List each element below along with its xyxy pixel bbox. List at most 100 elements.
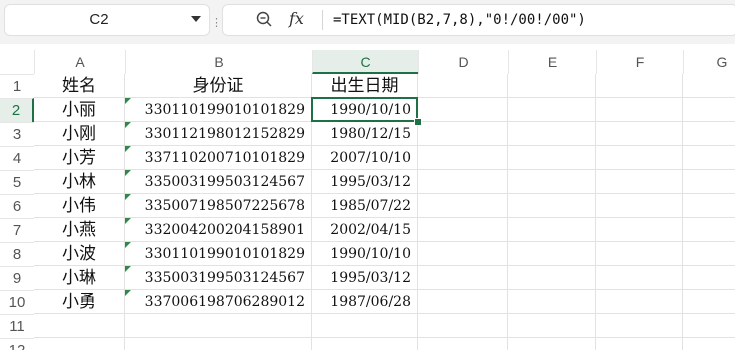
cell-f11[interactable] <box>596 314 683 338</box>
column-header-a[interactable]: A <box>34 50 125 74</box>
cell-g3[interactable] <box>683 122 735 146</box>
row-header-8[interactable]: 8 <box>0 242 34 266</box>
cell-c10[interactable]: 1987/06/28 <box>312 290 418 314</box>
cell-e9[interactable] <box>508 266 596 290</box>
cell-f8[interactable] <box>596 242 683 266</box>
cell-d7[interactable] <box>418 218 508 242</box>
cell-b11[interactable] <box>125 314 312 338</box>
zoom-icon[interactable] <box>256 11 272 27</box>
formula-text[interactable]: =TEXT(MID(B2,7,8),"0!/00!/00") <box>333 0 586 40</box>
cell-e7[interactable] <box>508 218 596 242</box>
row-header-10[interactable]: 10 <box>0 290 34 314</box>
column-header-b[interactable]: B <box>125 50 312 74</box>
cell-b4[interactable]: 337110200710101829 <box>125 146 312 170</box>
row-header-11[interactable]: 11 <box>0 314 34 338</box>
fill-handle[interactable] <box>414 118 422 126</box>
cell-d10[interactable] <box>418 290 508 314</box>
cell-c3[interactable]: 1980/12/15 <box>312 122 418 146</box>
cell-e12[interactable] <box>508 338 596 350</box>
cell-d3[interactable] <box>418 122 508 146</box>
fx-icon[interactable]: fx <box>289 9 304 28</box>
cell-e2[interactable] <box>508 98 596 122</box>
row-header-5[interactable]: 5 <box>0 170 34 194</box>
cell-c6[interactable]: 1985/07/22 <box>312 194 418 218</box>
cell-f2[interactable] <box>596 98 683 122</box>
cell-f3[interactable] <box>596 122 683 146</box>
cell-g6[interactable] <box>683 194 735 218</box>
cell-c1[interactable]: 出生日期 <box>312 74 418 98</box>
row-header-6[interactable]: 6 <box>0 194 34 218</box>
spreadsheet-grid[interactable]: ABCDEFG123456789101112姓名身份证出生日期小丽3301101… <box>0 44 735 350</box>
cell-g8[interactable] <box>683 242 735 266</box>
cell-b8[interactable]: 330110199010101829 <box>125 242 312 266</box>
cell-f10[interactable] <box>596 290 683 314</box>
cell-f9[interactable] <box>596 266 683 290</box>
cell-f4[interactable] <box>596 146 683 170</box>
select-all-corner[interactable] <box>0 44 34 74</box>
cell-e8[interactable] <box>508 242 596 266</box>
chevron-down-icon[interactable] <box>191 16 201 22</box>
cell-d6[interactable] <box>418 194 508 218</box>
cell-g2[interactable] <box>683 98 735 122</box>
cell-a6[interactable]: 小伟 <box>34 194 125 218</box>
cell-d5[interactable] <box>418 170 508 194</box>
name-box-value[interactable]: C2 <box>5 5 193 35</box>
cell-g5[interactable] <box>683 170 735 194</box>
cell-b5[interactable]: 335003199503124567 <box>125 170 312 194</box>
cell-e6[interactable] <box>508 194 596 218</box>
cell-c8[interactable]: 1990/10/10 <box>312 242 418 266</box>
name-box[interactable]: C2 <box>4 4 210 36</box>
cell-a2[interactable]: 小丽 <box>34 98 125 122</box>
cell-b1[interactable]: 身份证 <box>125 74 312 98</box>
cell-a1[interactable]: 姓名 <box>34 74 125 98</box>
column-header-d[interactable]: D <box>418 50 508 74</box>
cell-a10[interactable]: 小勇 <box>34 290 125 314</box>
cell-e10[interactable] <box>508 290 596 314</box>
column-header-c[interactable]: C <box>312 50 418 74</box>
cell-b6[interactable]: 335007198507225678 <box>125 194 312 218</box>
row-header-2[interactable]: 2 <box>0 98 34 122</box>
cell-g9[interactable] <box>683 266 735 290</box>
cell-d4[interactable] <box>418 146 508 170</box>
cell-f1[interactable] <box>596 74 683 98</box>
cell-a4[interactable]: 小芳 <box>34 146 125 170</box>
cell-d2[interactable] <box>418 98 508 122</box>
cell-a7[interactable]: 小燕 <box>34 218 125 242</box>
row-header-9[interactable]: 9 <box>0 266 34 290</box>
cell-f12[interactable] <box>596 338 683 350</box>
row-header-7[interactable]: 7 <box>0 218 34 242</box>
column-header-g[interactable]: G <box>683 50 735 74</box>
row-header-4[interactable]: 4 <box>0 146 34 170</box>
cell-c4[interactable]: 2007/10/10 <box>312 146 418 170</box>
cell-b9[interactable]: 335003199503124567 <box>125 266 312 290</box>
cell-e4[interactable] <box>508 146 596 170</box>
cell-a11[interactable] <box>34 314 125 338</box>
cell-a9[interactable]: 小琳 <box>34 266 125 290</box>
cell-e5[interactable] <box>508 170 596 194</box>
cell-e11[interactable] <box>508 314 596 338</box>
cell-c9[interactable]: 1995/03/12 <box>312 266 418 290</box>
cell-f6[interactable] <box>596 194 683 218</box>
cell-g1[interactable] <box>683 74 735 98</box>
more-options-icon[interactable]: ⋮ <box>211 16 222 29</box>
cell-g11[interactable] <box>683 314 735 338</box>
cell-e3[interactable] <box>508 122 596 146</box>
cell-b3[interactable]: 330112198012152829 <box>125 122 312 146</box>
cell-g4[interactable] <box>683 146 735 170</box>
cell-d1[interactable] <box>418 74 508 98</box>
cell-a8[interactable]: 小波 <box>34 242 125 266</box>
cell-c11[interactable] <box>312 314 418 338</box>
row-header-12[interactable]: 12 <box>0 338 34 350</box>
cell-b12[interactable] <box>125 338 312 350</box>
cell-g10[interactable] <box>683 290 735 314</box>
cell-c12[interactable] <box>312 338 418 350</box>
cell-d9[interactable] <box>418 266 508 290</box>
cell-a5[interactable]: 小林 <box>34 170 125 194</box>
row-header-3[interactable]: 3 <box>0 122 34 146</box>
cell-d11[interactable] <box>418 314 508 338</box>
column-header-e[interactable]: E <box>508 50 596 74</box>
cell-c2[interactable]: 1990/10/10 <box>312 98 418 122</box>
cell-b2[interactable]: 330110199010101829 <box>125 98 312 122</box>
cell-b10[interactable]: 337006198706289012 <box>125 290 312 314</box>
cell-g12[interactable] <box>683 338 735 350</box>
